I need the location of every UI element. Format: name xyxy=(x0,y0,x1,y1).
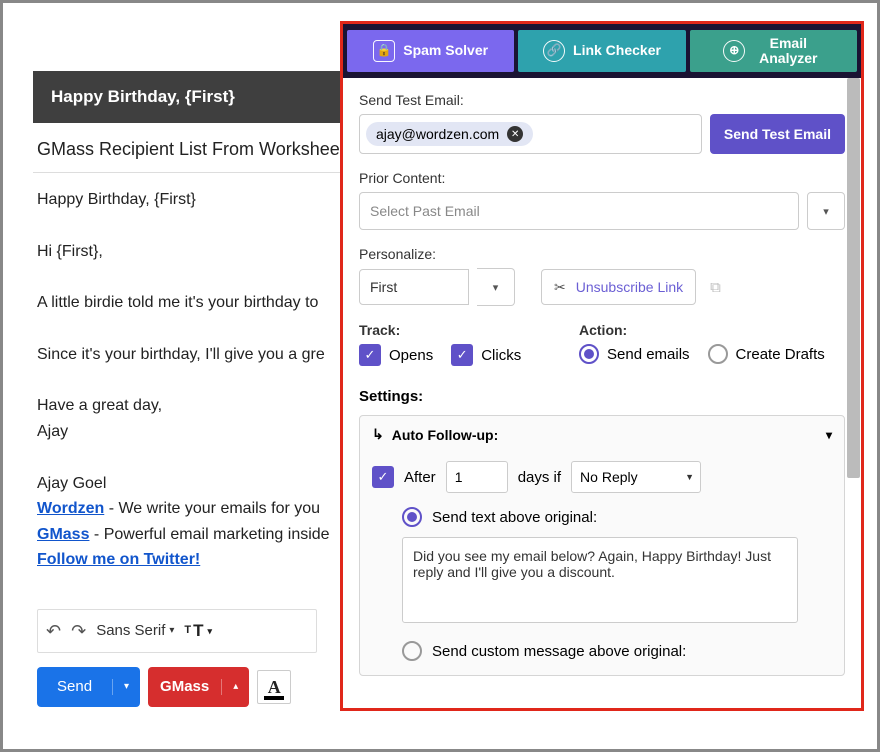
followup-enable-checkbox[interactable]: ✓ xyxy=(372,466,394,488)
send-test-label: Send Test Email: xyxy=(359,92,845,108)
analyze-icon: ⊕ xyxy=(723,40,745,62)
condition-select[interactable]: No Reply xyxy=(571,461,701,493)
font-name: Sans Serif xyxy=(96,619,165,643)
reply-icon: ↳ xyxy=(372,426,384,443)
tab-link-checker[interactable]: 🔗 Link Checker xyxy=(518,30,685,72)
days-if-text: days if xyxy=(518,469,561,486)
followup-message-textarea[interactable]: Did you see my email below? Again, Happy… xyxy=(402,537,798,623)
chevron-down-icon[interactable]: ▾ xyxy=(826,428,832,442)
send-test-input[interactable]: ajay@wordzen.com ✕ xyxy=(359,114,702,154)
send-custom-radio[interactable] xyxy=(402,641,422,661)
settings-header: Settings: xyxy=(359,388,845,405)
twitter-link[interactable]: Follow me on Twitter! xyxy=(37,551,200,568)
gmass-link[interactable]: GMass xyxy=(37,526,89,543)
track-label: Track: xyxy=(359,322,539,338)
action-label: Action: xyxy=(579,322,825,338)
track-opens-checkbox[interactable]: ✓ xyxy=(359,344,381,366)
wordzen-tag: - We write your emails for you xyxy=(104,500,320,517)
send-test-button[interactable]: Send Test Email xyxy=(710,114,845,154)
format-toolbar[interactable]: ↶ ↷ Sans Serif ▾ TT ▾ xyxy=(37,609,317,653)
personalize-select[interactable]: First xyxy=(359,269,469,305)
action-send-radio[interactable] xyxy=(579,344,599,364)
tab-analyzer-label: Email Analyzer xyxy=(753,36,823,67)
auto-followup-section: ↳ Auto Follow-up: ▾ ✓ After days if No R… xyxy=(359,415,845,676)
send-options-dropdown[interactable]: ▾ xyxy=(112,679,140,695)
chip-text: ajay@wordzen.com xyxy=(376,126,499,142)
text-format-button[interactable]: A xyxy=(257,670,291,704)
track-opens-text: Opens xyxy=(389,347,433,364)
scrollbar[interactable] xyxy=(847,78,860,478)
undo-icon[interactable]: ↶ xyxy=(46,617,61,646)
gmass-tag: - Powerful email marketing inside xyxy=(89,526,329,543)
lock-icon: 🔒 xyxy=(373,40,395,62)
chevron-down-icon: ▾ xyxy=(208,624,213,638)
gmass-label: GMass xyxy=(148,675,221,699)
gmass-button[interactable]: GMass ▴ xyxy=(148,667,249,707)
link-icon: 🔗 xyxy=(543,40,565,62)
action-drafts-radio[interactable] xyxy=(708,344,728,364)
tab-spam-solver[interactable]: 🔒 Spam Solver xyxy=(347,30,514,72)
personalize-caret[interactable]: ▾ xyxy=(477,268,515,306)
unsubscribe-link-button[interactable]: ✂ Unsubscribe Link xyxy=(541,269,696,305)
redo-icon[interactable]: ↷ xyxy=(71,617,86,646)
send-text-above-label: Send text above original: xyxy=(432,509,597,526)
followup-title: Auto Follow-up: xyxy=(392,427,499,443)
wordzen-link[interactable]: Wordzen xyxy=(37,500,104,517)
email-chip[interactable]: ajay@wordzen.com ✕ xyxy=(366,122,533,146)
personalize-label: Personalize: xyxy=(359,246,845,262)
copy-icon[interactable]: ⧉ xyxy=(710,279,721,296)
send-text-above-radio[interactable] xyxy=(402,507,422,527)
auto-followup-header[interactable]: ↳ Auto Follow-up: ▾ xyxy=(360,416,844,453)
send-label: Send xyxy=(37,675,112,699)
chevron-down-icon: ▾ xyxy=(169,623,174,639)
unlink-icon: ✂ xyxy=(554,279,566,296)
send-custom-label: Send custom message above original: xyxy=(432,643,686,660)
action-drafts-text: Create Drafts xyxy=(736,346,825,363)
subject-text: Happy Birthday, {First} xyxy=(51,87,235,106)
tab-link-label: Link Checker xyxy=(573,43,661,58)
prior-content-label: Prior Content: xyxy=(359,170,845,186)
gmass-settings-panel: 🔒 Spam Solver 🔗 Link Checker ⊕ Email Ana… xyxy=(340,21,864,711)
after-text: After xyxy=(404,469,436,486)
track-clicks-text: Clicks xyxy=(481,347,521,364)
prior-content-caret[interactable]: ▾ xyxy=(807,192,845,230)
days-input[interactable] xyxy=(446,461,508,493)
unsubscribe-text: Unsubscribe Link xyxy=(576,279,683,295)
tab-spam-label: Spam Solver xyxy=(403,43,488,58)
chip-remove-icon[interactable]: ✕ xyxy=(507,126,523,142)
gmass-options-dropdown[interactable]: ▴ xyxy=(221,679,249,695)
prior-content-select[interactable]: Select Past Email xyxy=(359,192,799,230)
tab-email-analyzer[interactable]: ⊕ Email Analyzer xyxy=(690,30,857,72)
send-button[interactable]: Send ▾ xyxy=(37,667,140,707)
condition-value: No Reply xyxy=(580,469,638,485)
action-send-text: Send emails xyxy=(607,346,690,363)
font-select[interactable]: Sans Serif ▾ xyxy=(96,619,174,643)
track-clicks-checkbox[interactable]: ✓ xyxy=(451,344,473,366)
font-size-button[interactable]: TT ▾ xyxy=(184,617,212,644)
